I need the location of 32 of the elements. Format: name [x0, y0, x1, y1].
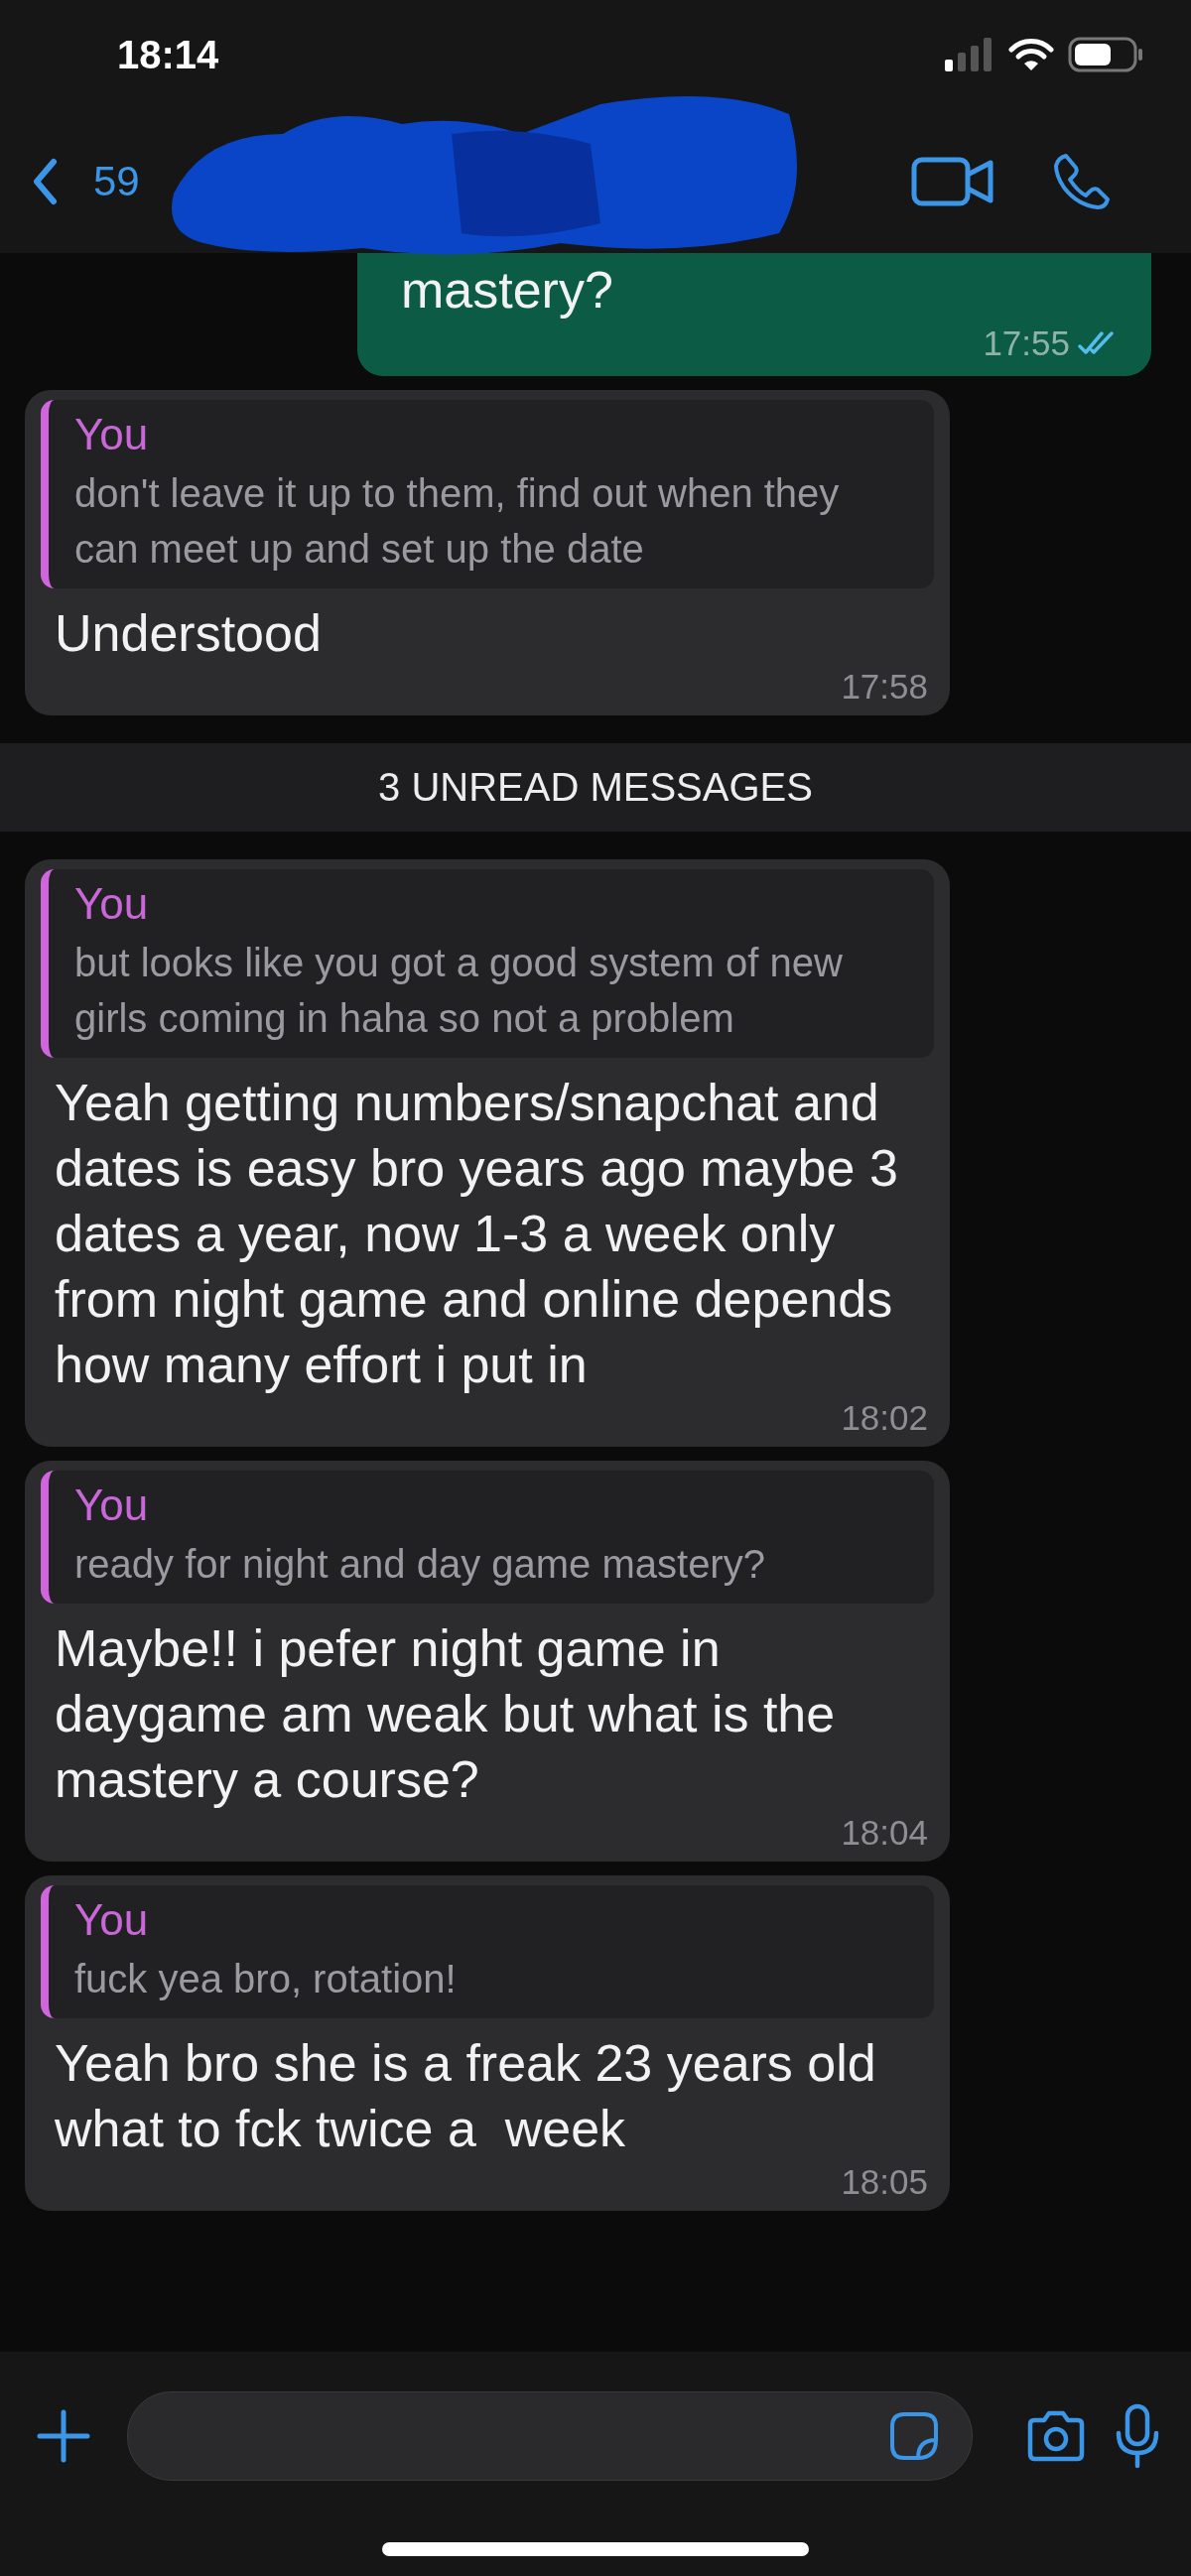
message-text: Understood: [55, 603, 323, 664]
status-time: 18:14: [117, 32, 219, 77]
battery-icon: [1068, 37, 1143, 72]
quote-author: You: [74, 879, 150, 929]
message-text: Yeah bro she is a freak 23 years old what to fck twice a week: [55, 2033, 877, 2159]
plus-icon[interactable]: [36, 2408, 91, 2464]
message-time: 17:55: [983, 323, 1070, 363]
sticker-icon[interactable]: [888, 2410, 940, 2462]
message-text: Maybe!! i pefer night game in daygame am weak but what is the mastery a course?: [55, 1618, 837, 1810]
quote-text: but looks like you got a good system of new girls coming in haha so not a problem: [74, 940, 844, 1042]
quote-author: You: [74, 1895, 150, 1945]
quote-author: You: [74, 1481, 150, 1530]
wifi-icon: [1008, 38, 1054, 71]
message-text: Yeah getting numbers/snapchat and dates is easy bro years ago maybe 3 dates a year, now 1-3 a week only from night game and online depends how many effort i put in: [55, 1073, 899, 1395]
message-time: 18:02: [841, 1398, 928, 1438]
message-time: 17:58: [841, 667, 928, 707]
quote-text: ready for night and day game mastery?: [74, 1541, 766, 1588]
message-time: 18:05: [841, 2162, 928, 2202]
quote-text: fuck yea bro, rotation!: [74, 1956, 458, 2002]
quote-text: don't leave it up to them, find out when they can meet up and set up the date: [74, 470, 841, 573]
quoted-message[interactable]: You ready for night and day game mastery?: [41, 1471, 934, 1604]
quoted-message[interactable]: You but looks like you got a good system of new girls coming in haha so not a problem: [41, 869, 934, 1058]
phone-icon[interactable]: [1052, 151, 1112, 211]
message-text: mastery?: [401, 260, 614, 321]
microphone-icon[interactable]: [1114, 2403, 1161, 2469]
message-time: 18:04: [841, 1813, 928, 1853]
quoted-message[interactable]: You fuck yea bro, rotation!: [41, 1885, 934, 2018]
quote-author: You: [74, 410, 150, 459]
quoted-message[interactable]: You don't leave it up to them, find out when they can meet up and set up the date: [41, 400, 934, 588]
signal-icon: [945, 38, 994, 71]
chevron-left-icon: [32, 157, 58, 205]
back-button[interactable]: 59: [32, 157, 140, 205]
